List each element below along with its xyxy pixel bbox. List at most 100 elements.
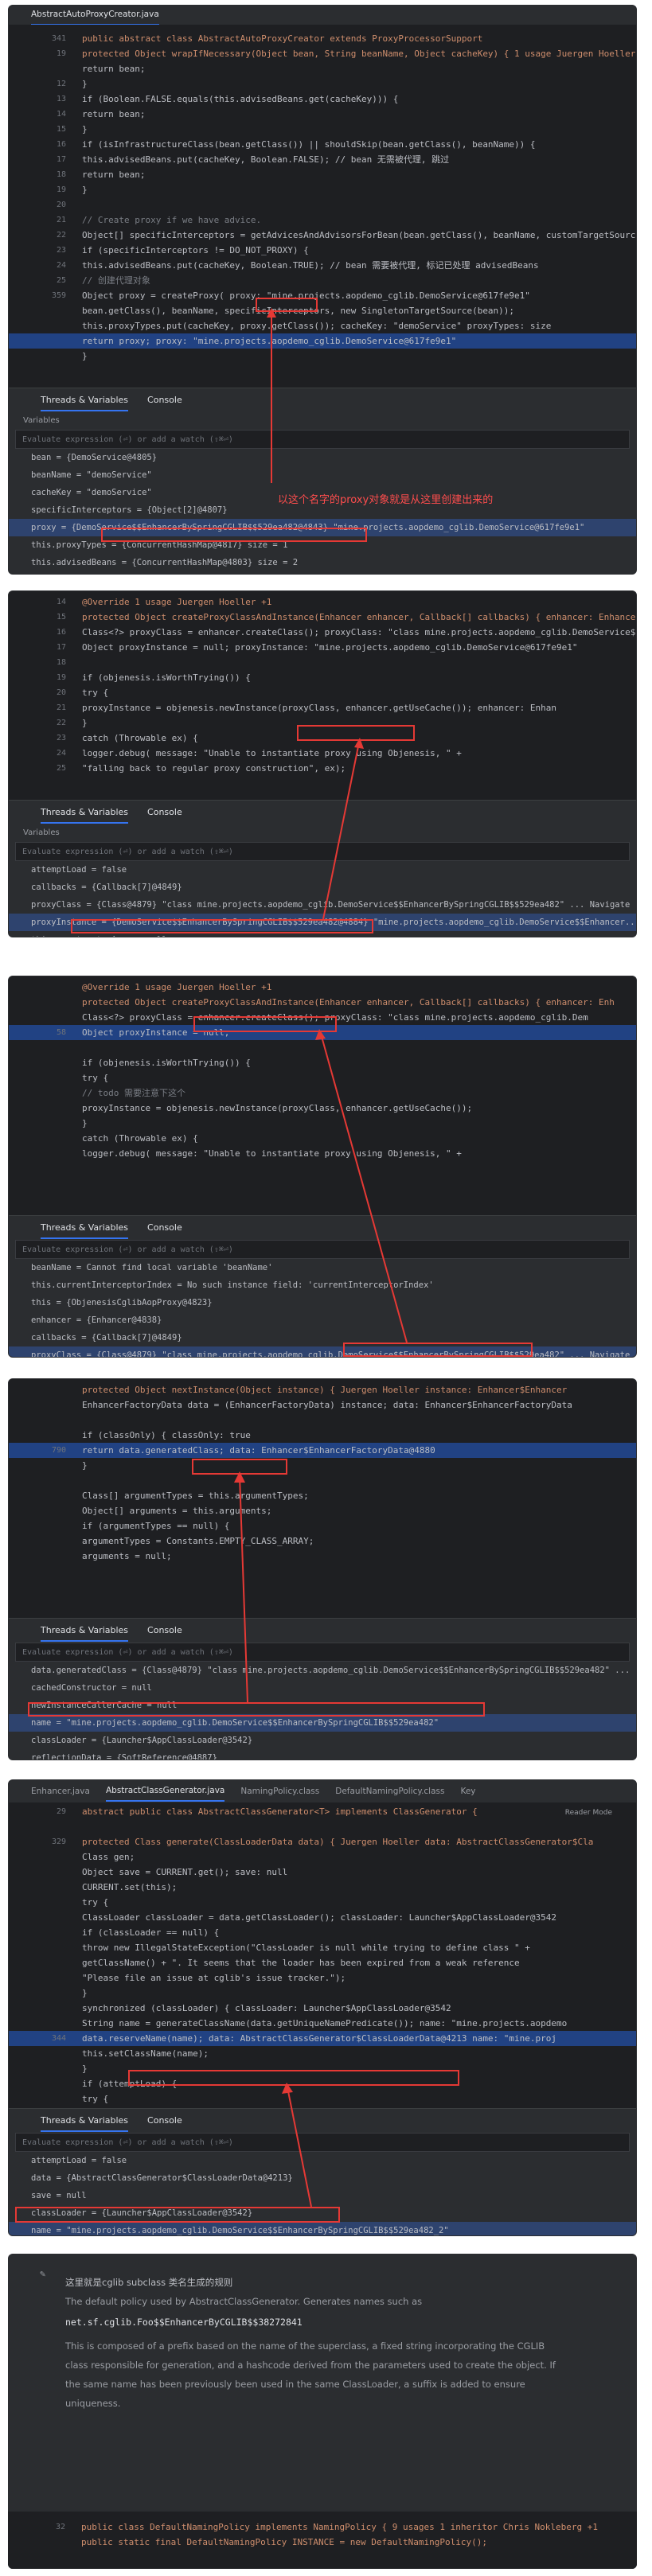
code-text[interactable]: return bean; bbox=[82, 107, 145, 122]
code-text[interactable]: protected Object createProxyClassAndInst… bbox=[82, 995, 615, 1010]
code-text[interactable]: return data.generatedClass; data: Enhanc… bbox=[82, 1443, 435, 1458]
line-number[interactable]: 12 bbox=[33, 76, 66, 92]
evaluate-expression-input[interactable]: Evaluate expression (⏎) or add a watch (… bbox=[15, 2133, 630, 2152]
tab-console[interactable]: Console bbox=[147, 802, 182, 824]
line-number[interactable]: 790 bbox=[33, 1443, 66, 1458]
variable-row[interactable]: save = null bbox=[9, 2187, 636, 2204]
code-text[interactable]: @Override 1 usage Juergen Hoeller +1 bbox=[82, 980, 271, 995]
variable-row[interactable]: name = "mine.projects.aopdemo_cglib.Demo… bbox=[9, 1714, 636, 1732]
code-text[interactable]: } bbox=[82, 1986, 88, 2001]
line-number[interactable]: 23 bbox=[33, 731, 66, 746]
code-text[interactable]: if (classOnly) { classOnly: true bbox=[82, 1428, 251, 1443]
code-text[interactable]: } bbox=[82, 715, 88, 731]
code-text[interactable]: public abstract class AbstractAutoProxyC… bbox=[82, 31, 482, 46]
code-text[interactable]: this.setClassName(name); bbox=[82, 2046, 209, 2061]
line-number[interactable]: 329 bbox=[33, 1834, 66, 1849]
variable-row[interactable]: reflectionData = {SoftReference@4887} bbox=[9, 1749, 636, 1760]
code-text[interactable]: Object[] specificInterceptors = getAdvic… bbox=[82, 228, 636, 243]
code-text[interactable]: if (objenesis.isWorthTrying()) { bbox=[82, 670, 251, 685]
tab-abstract-class-generator[interactable]: AbstractClassGenerator.java bbox=[105, 1781, 225, 1802]
line-number[interactable]: 20 bbox=[33, 197, 66, 212]
tab-console[interactable]: Console bbox=[147, 390, 182, 411]
code-text[interactable]: @Override 1 usage Juergen Hoeller +1 bbox=[82, 594, 271, 610]
line-number[interactable]: 24 bbox=[33, 746, 66, 761]
code-text[interactable]: getClassName() + ". It seems that the lo… bbox=[82, 1955, 520, 1970]
code-text[interactable]: Class gen; bbox=[82, 1849, 135, 1865]
variable-row[interactable]: classLoader = {Launcher$AppClassLoader@3… bbox=[9, 1732, 636, 1749]
code-text[interactable]: arguments = null; bbox=[82, 1549, 172, 1564]
tab-console[interactable]: Console bbox=[147, 2110, 182, 2132]
tab-threads-variables[interactable]: Threads & Variables bbox=[41, 2110, 129, 2132]
code-text[interactable]: return proxy; proxy: "mine.projects.aopd… bbox=[82, 333, 456, 349]
line-number[interactable]: 359 bbox=[33, 288, 66, 303]
code-text[interactable]: Object proxyInstance = null; proxyInstan… bbox=[82, 640, 578, 655]
evaluate-expression-input[interactable]: Evaluate expression (⏎) or add a watch (… bbox=[15, 842, 630, 861]
reader-mode-button[interactable]: Reader Mode bbox=[565, 1809, 612, 1817]
line-number[interactable]: 19 bbox=[33, 670, 66, 685]
code-text[interactable]: public class DefaultNamingPolicy impleme… bbox=[81, 2519, 598, 2535]
line-number[interactable]: 29 bbox=[33, 1804, 66, 1819]
line-number[interactable]: 19 bbox=[33, 182, 66, 197]
variable-row[interactable]: data.generatedClass = {Class@4879} "clas… bbox=[9, 1662, 636, 1679]
line-number[interactable]: 22 bbox=[33, 715, 66, 731]
code-text[interactable]: try { bbox=[82, 2091, 108, 2106]
code-text[interactable]: Object[] arguments = this.arguments; bbox=[82, 1503, 271, 1518]
code-text[interactable]: catch (Throwable ex) { bbox=[82, 731, 198, 746]
line-number[interactable]: 32 bbox=[32, 2519, 65, 2535]
variable-row[interactable]: bean = {DemoService@4805} bbox=[9, 449, 636, 466]
tab-threads-variables[interactable]: Threads & Variables bbox=[41, 1218, 129, 1239]
line-number[interactable]: 21 bbox=[33, 212, 66, 228]
code-text[interactable]: } bbox=[82, 76, 88, 92]
line-number[interactable]: 16 bbox=[33, 137, 66, 152]
tab-default-naming-policy[interactable]: DefaultNamingPolicy.class bbox=[335, 1787, 444, 1796]
tab-threads-variables[interactable]: Threads & Variables bbox=[41, 1620, 129, 1642]
tab-threads-variables[interactable]: Threads & Variables bbox=[41, 802, 129, 824]
code-text[interactable]: this.advisedBeans.put(cacheKey, Boolean.… bbox=[82, 258, 539, 273]
code-text[interactable]: data.reserveName(name); data: AbstractCl… bbox=[82, 2031, 556, 2046]
code-text[interactable]: } bbox=[82, 349, 88, 364]
code-text[interactable]: Class<?> proxyClass = enhancer.createCla… bbox=[82, 625, 636, 640]
line-number[interactable]: 14 bbox=[33, 594, 66, 610]
code-text[interactable]: } bbox=[82, 1458, 88, 1473]
code-text[interactable]: if (classLoader == null) { bbox=[82, 1925, 219, 1940]
code-text[interactable]: try { bbox=[82, 1895, 108, 1910]
variable-row[interactable]: proxyClass = {Class@4879} "class mine.pr… bbox=[9, 1346, 636, 1357]
code-text[interactable]: // Create proxy if we have advice. bbox=[82, 212, 261, 228]
line-number[interactable]: 15 bbox=[33, 610, 66, 625]
code-text[interactable]: protected Object wrapIfNecessary(Object … bbox=[82, 46, 635, 61]
line-number[interactable]: 15 bbox=[33, 122, 66, 137]
line-number[interactable]: 341 bbox=[33, 31, 66, 46]
variable-row[interactable]: beanName = Cannot find local variable 'b… bbox=[9, 1259, 636, 1276]
code-text[interactable]: } bbox=[82, 2061, 88, 2076]
variable-row[interactable]: callbacks = {Callback[7]@4849} bbox=[9, 879, 636, 896]
line-number[interactable]: 17 bbox=[33, 152, 66, 167]
code-text[interactable]: ClassLoader classLoader = data.getClassL… bbox=[82, 1910, 556, 1925]
code-text[interactable]: } bbox=[82, 122, 88, 137]
line-number[interactable]: 14 bbox=[33, 107, 66, 122]
code-text[interactable]: catch (Throwable ex) { bbox=[82, 1131, 198, 1146]
variable-row[interactable]: this.currentInterceptorIndex = No such i… bbox=[9, 1276, 636, 1294]
evaluate-expression-input[interactable]: Evaluate expression (⏎) or add a watch (… bbox=[15, 430, 630, 449]
code-text[interactable]: CURRENT.set(this); bbox=[82, 1880, 177, 1895]
code-text[interactable]: this.advisedBeans.put(cacheKey, Boolean.… bbox=[82, 152, 449, 167]
variable-row[interactable]: callbacks = {Callback[7]@4849} bbox=[9, 1329, 636, 1346]
code-text[interactable]: // todo 需要注意下这个 bbox=[82, 1085, 185, 1101]
line-number[interactable]: 18 bbox=[33, 655, 66, 670]
code-text[interactable]: return bean; bbox=[82, 61, 145, 76]
code-text[interactable]: abstract public class AbstractClassGener… bbox=[82, 1804, 478, 1819]
line-number[interactable]: 19 bbox=[33, 46, 66, 61]
variable-row[interactable]: enhancer = {Enhancer@4838} bbox=[9, 1311, 636, 1329]
code-text[interactable]: try { bbox=[82, 1070, 108, 1085]
line-number[interactable]: 18 bbox=[33, 167, 66, 182]
line-number[interactable]: 22 bbox=[33, 228, 66, 243]
tab-threads-variables[interactable]: Threads & Variables bbox=[41, 390, 129, 411]
line-number[interactable]: 24 bbox=[33, 258, 66, 273]
line-number[interactable]: 344 bbox=[33, 2031, 66, 2046]
line-number[interactable]: 13 bbox=[33, 92, 66, 107]
line-number[interactable]: 23 bbox=[33, 243, 66, 258]
line-number[interactable]: 25 bbox=[33, 761, 66, 776]
code-text[interactable]: return bean; bbox=[82, 167, 145, 182]
code-text[interactable]: Class[] argumentTypes = this.argumentTyp… bbox=[82, 1488, 309, 1503]
variable-row[interactable]: this.advisedBeans = {ConcurrentHashMap@4… bbox=[9, 554, 636, 571]
code-text[interactable]: if (argumentTypes == null) { bbox=[82, 1518, 229, 1534]
